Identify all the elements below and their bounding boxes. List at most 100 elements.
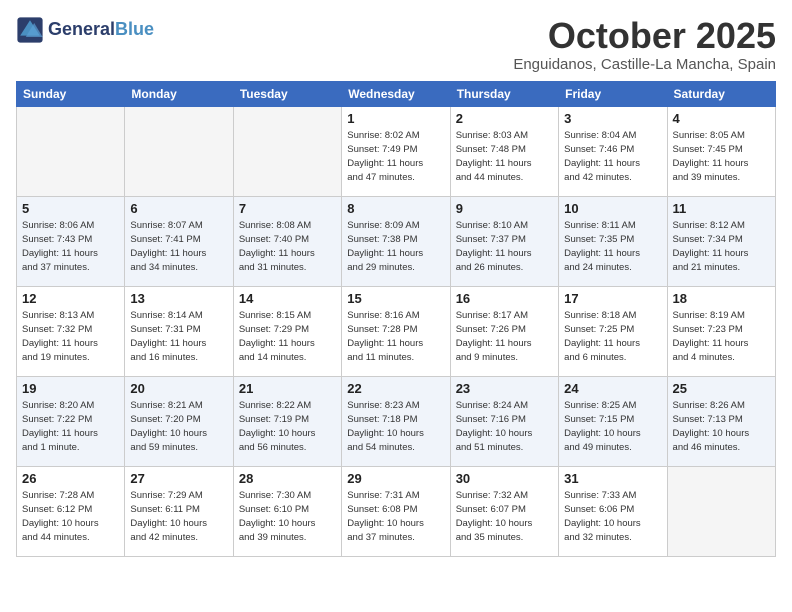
calendar-cell: 2Sunrise: 8:03 AMSunset: 7:48 PMDaylight… [450,106,558,196]
day-number: 8 [347,201,444,216]
calendar-cell: 20Sunrise: 8:21 AMSunset: 7:20 PMDayligh… [125,376,233,466]
calendar-cell: 21 Sunrise: 8:22 AMSunset: 7:19 PMDayligh… [233,376,341,466]
day-detail: Sunrise: 8:20 AMSunset: 7:22 PMDaylight:… [22,399,119,456]
day-detail: Sunrise: 8:22 AMSunset: 7:19 PMDaylight:… [239,399,336,456]
calendar-table: SundayMondayTuesdayWednesdayThursdayFrid… [16,81,776,557]
day-number: 19 [22,381,119,396]
day-number: 2 [456,111,553,126]
weekday-header-monday: Monday [125,81,233,106]
weekday-header-wednesday: Wednesday [342,81,450,106]
day-detail: Sunrise: 7:29 AMSunset: 6:11 PMDaylight:… [130,489,227,546]
day-number: 11 [673,201,770,216]
calendar-cell: 6 Sunrise: 8:07 AMSunset: 7:41 PMDaylight… [125,196,233,286]
day-detail: Sunrise: 8:04 AMSunset: 7:46 PMDaylight:… [564,129,661,186]
day-number: 1 [347,111,444,126]
day-number: 13 [130,291,227,306]
calendar-cell: 24 Sunrise: 8:25 AMSunset: 7:15 PMDayligh… [559,376,667,466]
day-number: 7 [239,201,336,216]
calendar-week-row: 19 Sunrise: 8:20 AMSunset: 7:22 PMDayligh… [17,376,776,466]
day-detail: Sunrise: 8:11 AMSunset: 7:35 PMDaylight:… [564,219,661,276]
calendar-cell [17,106,125,196]
calendar-cell: 15Sunrise: 8:16 AMSunset: 7:28 PMDayligh… [342,286,450,376]
calendar-cell: 1 Sunrise: 8:02 AMSunset: 7:49 PMDaylight… [342,106,450,196]
day-number: 12 [22,291,119,306]
calendar-cell: 9Sunrise: 8:10 AMSunset: 7:37 PMDaylight… [450,196,558,286]
calendar-cell: 11 Sunrise: 8:12 AMSunset: 7:34 PMDayligh… [667,196,775,286]
calendar-cell [125,106,233,196]
calendar-cell: 16Sunrise: 8:17 AMSunset: 7:26 PMDayligh… [450,286,558,376]
day-detail: Sunrise: 8:24 AMSunset: 7:16 PMDaylight:… [456,399,553,456]
logo-area: GeneralBlue [16,16,154,44]
calendar-cell: 23 Sunrise: 8:24 AMSunset: 7:16 PMDayligh… [450,376,558,466]
logo-text: GeneralBlue [48,20,154,40]
day-number: 30 [456,471,553,486]
day-detail: Sunrise: 8:12 AMSunset: 7:34 PMDaylight:… [673,219,770,276]
day-detail: Sunrise: 8:10 AMSunset: 7:37 PMDaylight:… [456,219,553,276]
weekday-header-friday: Friday [559,81,667,106]
calendar-week-row: 1 Sunrise: 8:02 AMSunset: 7:49 PMDaylight… [17,106,776,196]
day-number: 6 [130,201,227,216]
day-number: 29 [347,471,444,486]
logo-icon [16,16,44,44]
weekday-header-thursday: Thursday [450,81,558,106]
calendar-cell: 5Sunrise: 8:06 AMSunset: 7:43 PMDaylight… [17,196,125,286]
calendar-cell [667,466,775,556]
day-detail: Sunrise: 8:05 AMSunset: 7:45 PMDaylight:… [673,129,770,186]
calendar-cell: 30 Sunrise: 7:32 AMSunset: 6:07 PMDayligh… [450,466,558,556]
weekday-header-sunday: Sunday [17,81,125,106]
day-number: 25 [673,381,770,396]
day-number: 20 [130,381,227,396]
calendar-cell: 17Sunrise: 8:18 AMSunset: 7:25 PMDayligh… [559,286,667,376]
day-detail: Sunrise: 8:19 AMSunset: 7:23 PMDaylight:… [673,309,770,366]
calendar-cell: 31Sunrise: 7:33 AMSunset: 6:06 PMDayligh… [559,466,667,556]
day-number: 24 [564,381,661,396]
day-number: 28 [239,471,336,486]
day-number: 17 [564,291,661,306]
calendar-cell: 10 Sunrise: 8:11 AMSunset: 7:35 PMDayligh… [559,196,667,286]
day-number: 5 [22,201,119,216]
day-detail: Sunrise: 8:08 AMSunset: 7:40 PMDaylight:… [239,219,336,276]
calendar-cell: 3 Sunrise: 8:04 AMSunset: 7:46 PMDaylight… [559,106,667,196]
day-number: 26 [22,471,119,486]
day-number: 10 [564,201,661,216]
day-detail: Sunrise: 8:02 AMSunset: 7:49 PMDaylight:… [347,129,444,186]
calendar-cell: 4 Sunrise: 8:05 AMSunset: 7:45 PMDaylight… [667,106,775,196]
calendar-cell: 22 Sunrise: 8:23 AMSunset: 7:18 PMDayligh… [342,376,450,466]
day-detail: Sunrise: 8:15 AMSunset: 7:29 PMDaylight:… [239,309,336,366]
day-detail: Sunrise: 8:14 AMSunset: 7:31 PMDaylight:… [130,309,227,366]
day-detail: Sunrise: 8:07 AMSunset: 7:41 PMDaylight:… [130,219,227,276]
weekday-header-row: SundayMondayTuesdayWednesdayThursdayFrid… [17,81,776,106]
day-detail: Sunrise: 8:25 AMSunset: 7:15 PMDaylight:… [564,399,661,456]
day-number: 21 [239,381,336,396]
day-detail: Sunrise: 8:23 AMSunset: 7:18 PMDaylight:… [347,399,444,456]
day-number: 16 [456,291,553,306]
calendar-cell: 19 Sunrise: 8:20 AMSunset: 7:22 PMDayligh… [17,376,125,466]
calendar-cell: 13 Sunrise: 8:14 AMSunset: 7:31 PMDayligh… [125,286,233,376]
page-header: GeneralBlue October 2025 Enguidanos, Cas… [16,16,776,73]
calendar-cell: 18Sunrise: 8:19 AMSunset: 7:23 PMDayligh… [667,286,775,376]
calendar-week-row: 5Sunrise: 8:06 AMSunset: 7:43 PMDaylight… [17,196,776,286]
day-number: 23 [456,381,553,396]
calendar-week-row: 26 Sunrise: 7:28 AMSunset: 6:12 PMDayligh… [17,466,776,556]
weekday-header-tuesday: Tuesday [233,81,341,106]
calendar-cell: 25Sunrise: 8:26 AMSunset: 7:13 PMDayligh… [667,376,775,466]
calendar-week-row: 12 Sunrise: 8:13 AMSunset: 7:32 PMDayligh… [17,286,776,376]
day-number: 3 [564,111,661,126]
day-number: 31 [564,471,661,486]
day-number: 27 [130,471,227,486]
day-detail: Sunrise: 8:13 AMSunset: 7:32 PMDaylight:… [22,309,119,366]
day-number: 15 [347,291,444,306]
day-number: 22 [347,381,444,396]
day-detail: Sunrise: 7:32 AMSunset: 6:07 PMDaylight:… [456,489,553,546]
calendar-cell: 27 Sunrise: 7:29 AMSunset: 6:11 PMDayligh… [125,466,233,556]
month-title: October 2025 [513,16,776,56]
day-number: 4 [673,111,770,126]
weekday-header-saturday: Saturday [667,81,775,106]
title-area: October 2025 Enguidanos, Castille-La Man… [513,16,776,73]
calendar-cell: 8Sunrise: 8:09 AMSunset: 7:38 PMDaylight… [342,196,450,286]
calendar-cell: 26 Sunrise: 7:28 AMSunset: 6:12 PMDayligh… [17,466,125,556]
day-detail: Sunrise: 7:28 AMSunset: 6:12 PMDaylight:… [22,489,119,546]
calendar-cell: 14Sunrise: 8:15 AMSunset: 7:29 PMDayligh… [233,286,341,376]
calendar-cell [233,106,341,196]
calendar-cell: 29Sunrise: 7:31 AMSunset: 6:08 PMDayligh… [342,466,450,556]
